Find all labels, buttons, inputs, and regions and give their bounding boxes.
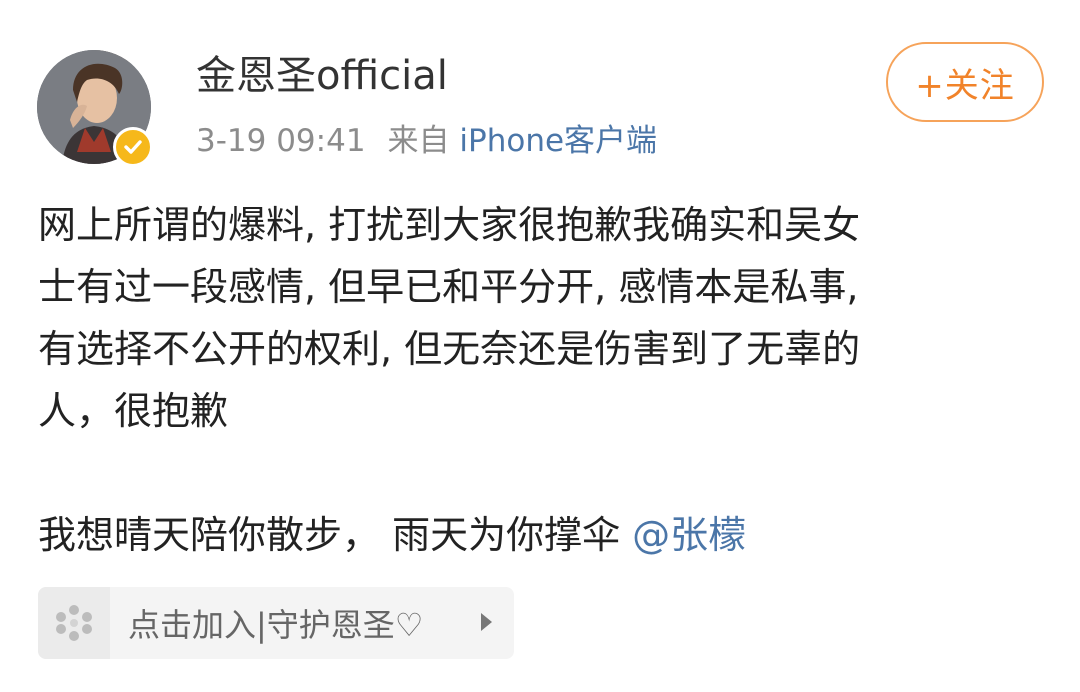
weibo-post: 金恩圣official 3-19 09:41 来自 iPhone客户端 +关注 网… [0,0,1080,692]
verified-check-icon [124,140,142,154]
post-text: 我想晴天陪你散步， 雨天为你撑伞 [38,513,633,557]
author-name[interactable]: 金恩圣official [196,50,448,102]
source-device-link[interactable]: iPhone客户端 [459,123,657,159]
post-paragraph-2: 我想晴天陪你散步， 雨天为你撑伞 @张檬 [38,504,1043,566]
supertopic-flower-icon [56,605,92,641]
post-paragraph-1: 网上所谓的爆料, 打扰到大家很抱歉我确实和吴女 士有过一段感情, 但早已和平分开… [38,194,1043,442]
chevron-right-icon [481,613,492,631]
post-time: 3-19 09:41 [196,123,366,159]
super-topic-label: 点击加入|守护恩圣♡ [128,606,424,644]
follow-button[interactable]: +关注 [886,42,1044,122]
post-text-line: 人，很抱歉 [38,389,229,433]
supertopic-icon-box [38,587,110,659]
post-meta: 3-19 09:41 来自 iPhone客户端 [196,119,657,163]
post-text-line: 有选择不公开的权利, 但无奈还是伤害到了无辜的 [38,327,861,371]
mention-link[interactable]: @张檬 [632,513,746,557]
verified-badge [113,127,153,167]
post-text-line: 士有过一段感情, 但早已和平分开, 感情本是私事, [38,265,859,309]
post-text-line: 网上所谓的爆料, 打扰到大家很抱歉我确实和吴女 [38,203,861,247]
source-prefix: 来自 [387,123,450,159]
post-content: 网上所谓的爆料, 打扰到大家很抱歉我确实和吴女 士有过一段感情, 但早已和平分开… [38,194,1043,566]
super-topic-card[interactable]: 点击加入|守护恩圣♡ [38,587,514,659]
